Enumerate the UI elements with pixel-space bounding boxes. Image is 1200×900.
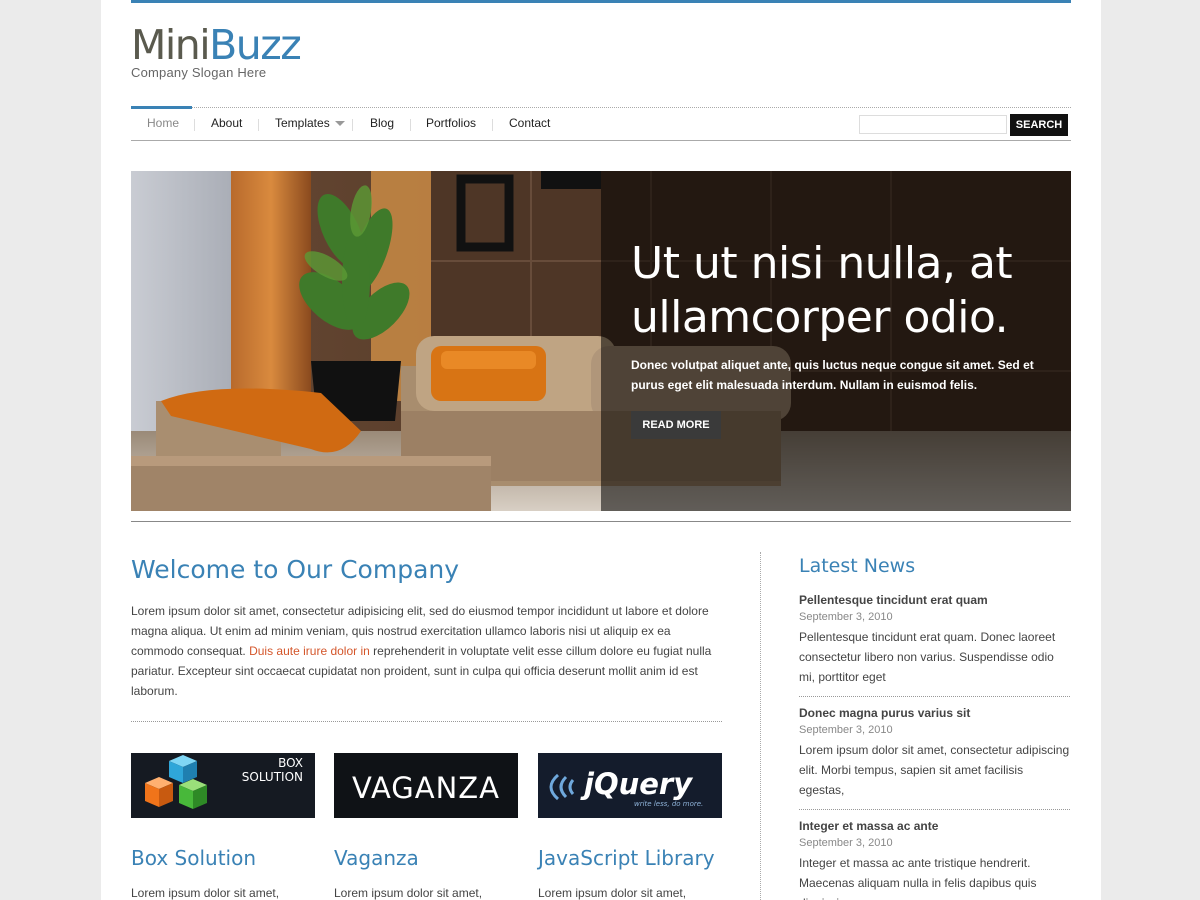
page-container: MiniBuzz Company Slogan Here Home About … (101, 0, 1101, 900)
vaganza-logo[interactable]: VAGANZA (334, 753, 518, 818)
feature-vaganza: VAGANZA Vaganza Lorem ipsum dolor sit am… (334, 753, 518, 900)
jquery-logo[interactable]: jQuery write less, do more. (538, 753, 722, 818)
feature-title[interactable]: JavaScript Library (538, 846, 715, 870)
nav-item-contact[interactable]: Contact (509, 116, 550, 130)
vaganza-logo-text: VAGANZA (352, 771, 500, 805)
hero-caption-panel: Ut ut nisi nulla, at ullamcorper odio. D… (601, 171, 1071, 511)
hero-text: Donec volutpat aliquet ante, quis luctus… (631, 358, 1034, 392)
news-item-excerpt: Integer et massa ac ante tristique hendr… (799, 856, 1037, 900)
box-logo-line1: BOX (278, 756, 303, 770)
feature-text: Lorem ipsum dolor sit amet, (131, 886, 280, 900)
news-item-excerpt: Pellentesque tincidunt erat quam. Donec … (799, 630, 1056, 684)
feature-javascript-library: jQuery write less, do more. JavaScript L… (538, 753, 722, 900)
box-logo-line2: SOLUTION (242, 770, 303, 784)
nav-separator (492, 119, 493, 131)
company-slogan: Company Slogan Here (131, 65, 267, 80)
nav-separator (410, 119, 411, 131)
nav-active-indicator (131, 106, 192, 109)
read-more-button[interactable]: READ MORE (631, 411, 721, 439)
nav-item-about[interactable]: About (211, 116, 242, 130)
chevron-down-icon (334, 121, 345, 127)
logo-part-2: Buzz (209, 21, 302, 69)
search-input[interactable] (859, 115, 1007, 134)
welcome-divider (131, 721, 722, 722)
news-item-date: September 3, 2010 (799, 724, 893, 736)
news-item-title[interactable]: Integer et massa ac ante (799, 818, 1070, 835)
feature-box-solution: BOX SOLUTION Box Solution Lorem ipsum do… (131, 753, 315, 900)
news-item-date: September 3, 2010 (799, 837, 893, 849)
nav-item-home[interactable]: Home (147, 116, 179, 130)
feature-title[interactable]: Vaganza (334, 846, 419, 870)
welcome-heading: Welcome to Our Company (131, 555, 460, 584)
news-item-excerpt: Lorem ipsum dolor sit amet, consectetur … (799, 743, 1070, 797)
news-item-title[interactable]: Donec magna purus varius sit (799, 705, 1070, 722)
top-accent-line (131, 0, 1071, 3)
column-divider (760, 552, 761, 900)
nav-separator (352, 119, 353, 131)
news-item: Donec magna purus varius sit September 3… (799, 705, 1070, 810)
feature-title[interactable]: Box Solution (131, 846, 256, 870)
jquery-logo-text: jQuery (580, 767, 693, 801)
welcome-inline-link[interactable]: Duis aute irure dolor in (249, 644, 370, 658)
vaganza-wordmark-icon: VAGANZA (334, 753, 518, 818)
news-divider (799, 696, 1070, 697)
nav-separator (194, 119, 195, 131)
news-item: Pellentesque tincidunt erat quam Septemb… (799, 592, 1070, 697)
feature-text: Lorem ipsum dolor sit amet, (334, 886, 483, 900)
site-logo[interactable]: MiniBuzz (131, 21, 302, 69)
search-button[interactable]: SEARCH (1010, 114, 1068, 136)
news-item: Integer et massa ac ante September 3, 20… (799, 818, 1070, 900)
hero-title: Ut ut nisi nulla, at ullamcorper odio. (631, 238, 1013, 343)
logo-part-1: Mini (131, 21, 211, 69)
hero-slider: Ut ut nisi nulla, at ullamcorper odio. D… (131, 171, 1071, 511)
nav-separator (258, 119, 259, 131)
hero-divider (131, 521, 1071, 522)
feature-text: Lorem ipsum dolor sit amet, (538, 886, 687, 900)
welcome-text: Lorem ipsum dolor sit amet, consectetur … (131, 601, 723, 701)
main-navigation: Home About Templates Blog Portfolios Con… (131, 106, 1071, 141)
nav-item-portfolios[interactable]: Portfolios (426, 116, 476, 130)
news-item-date: September 3, 2010 (799, 611, 893, 623)
jquery-tagline: write less, do more. (634, 800, 703, 808)
news-item-title[interactable]: Pellentesque tincidunt erat quam (799, 592, 1070, 609)
nav-item-templates[interactable]: Templates (275, 116, 345, 130)
latest-news-heading: Latest News (799, 555, 916, 577)
jquery-icon: jQuery write less, do more. (538, 753, 722, 818)
cubes-icon: BOX SOLUTION (131, 753, 315, 818)
nav-item-blog[interactable]: Blog (370, 116, 394, 130)
box-solution-logo[interactable]: BOX SOLUTION (131, 753, 315, 818)
news-divider (799, 809, 1070, 810)
nav-item-templates-label: Templates (275, 116, 330, 130)
